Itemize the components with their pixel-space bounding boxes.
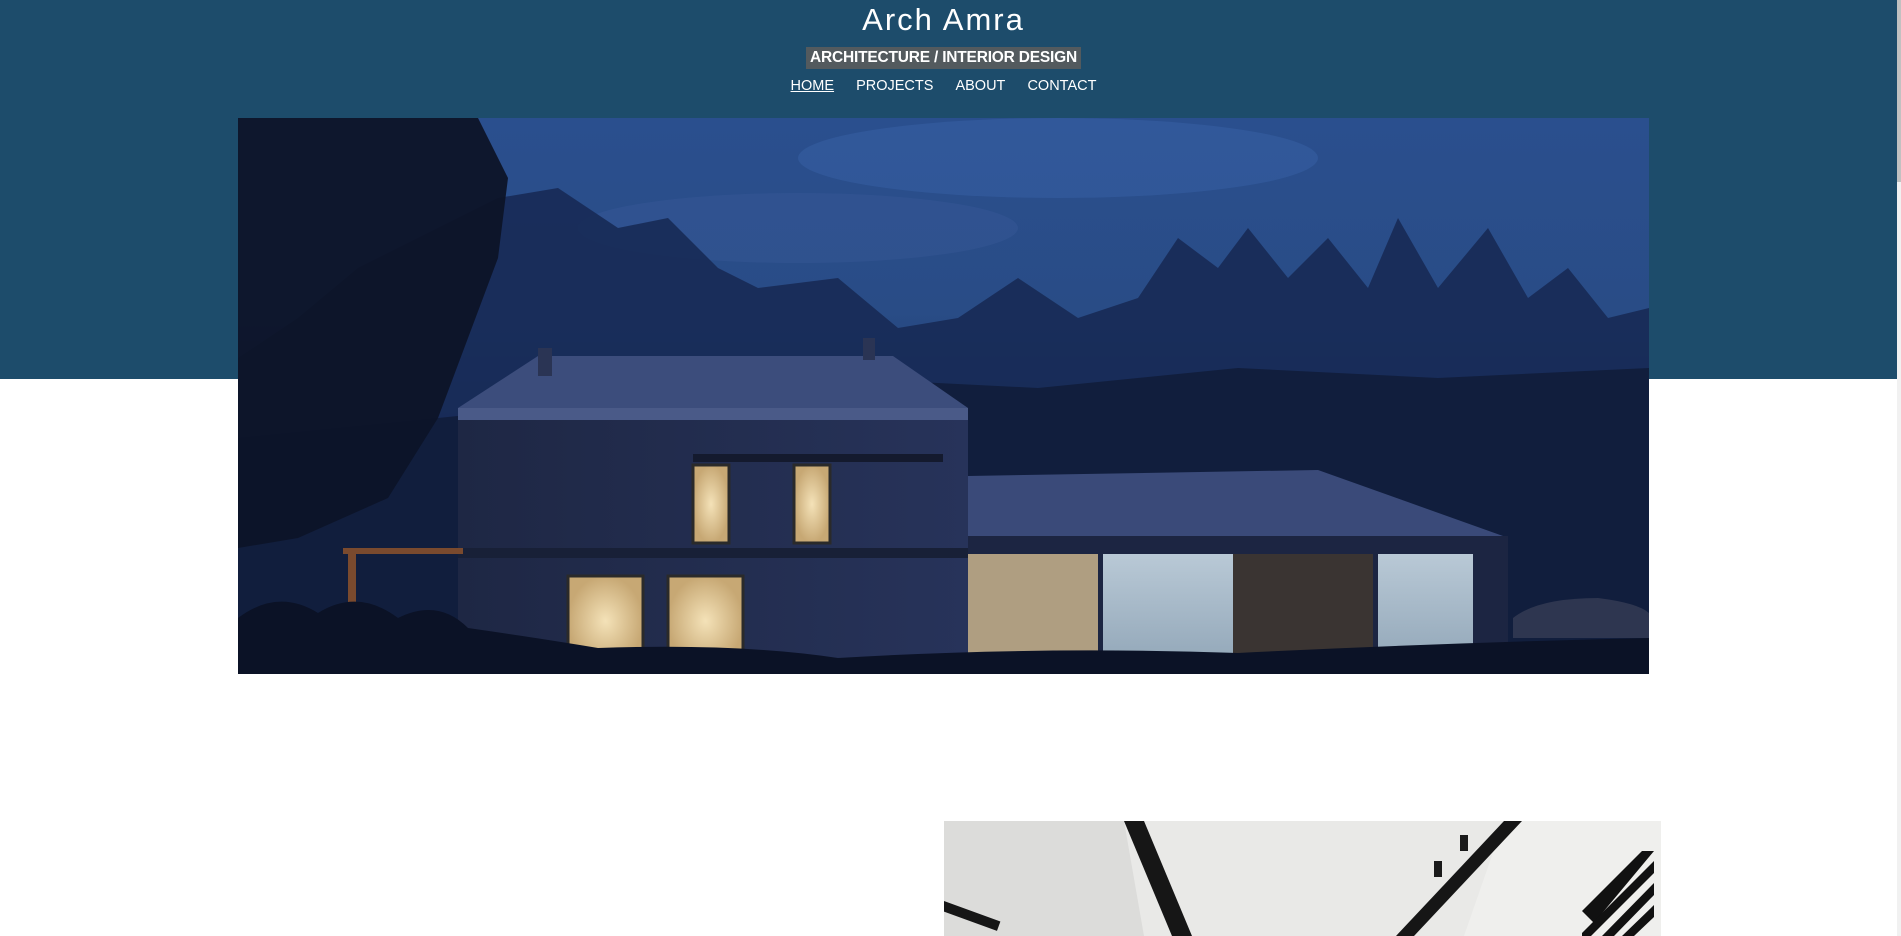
scrollbar-thumb[interactable] <box>1897 0 1901 182</box>
house-at-night-photo <box>238 118 1649 674</box>
main-nav: HOME PROJECTS ABOUT CONTACT <box>0 78 1887 94</box>
nav-item-projects[interactable]: PROJECTS <box>856 78 933 94</box>
page: Arch Amra ARCHITECTURE / INTERIOR DESIGN… <box>0 0 1901 936</box>
tagline-wrap: ARCHITECTURE / INTERIOR DESIGN <box>0 47 1887 69</box>
nav-item-about[interactable]: ABOUT <box>955 78 1005 94</box>
nav-item-contact[interactable]: CONTACT <box>1027 78 1096 94</box>
site-title[interactable]: Arch Amra <box>0 2 1887 38</box>
interior-ceiling-photo <box>944 821 1661 936</box>
interior-image <box>944 821 1661 936</box>
scrollbar[interactable] <box>1897 0 1901 936</box>
nav-item-home[interactable]: HOME <box>791 78 835 94</box>
site-tagline: ARCHITECTURE / INTERIOR DESIGN <box>806 47 1081 69</box>
hero-image <box>238 118 1649 674</box>
